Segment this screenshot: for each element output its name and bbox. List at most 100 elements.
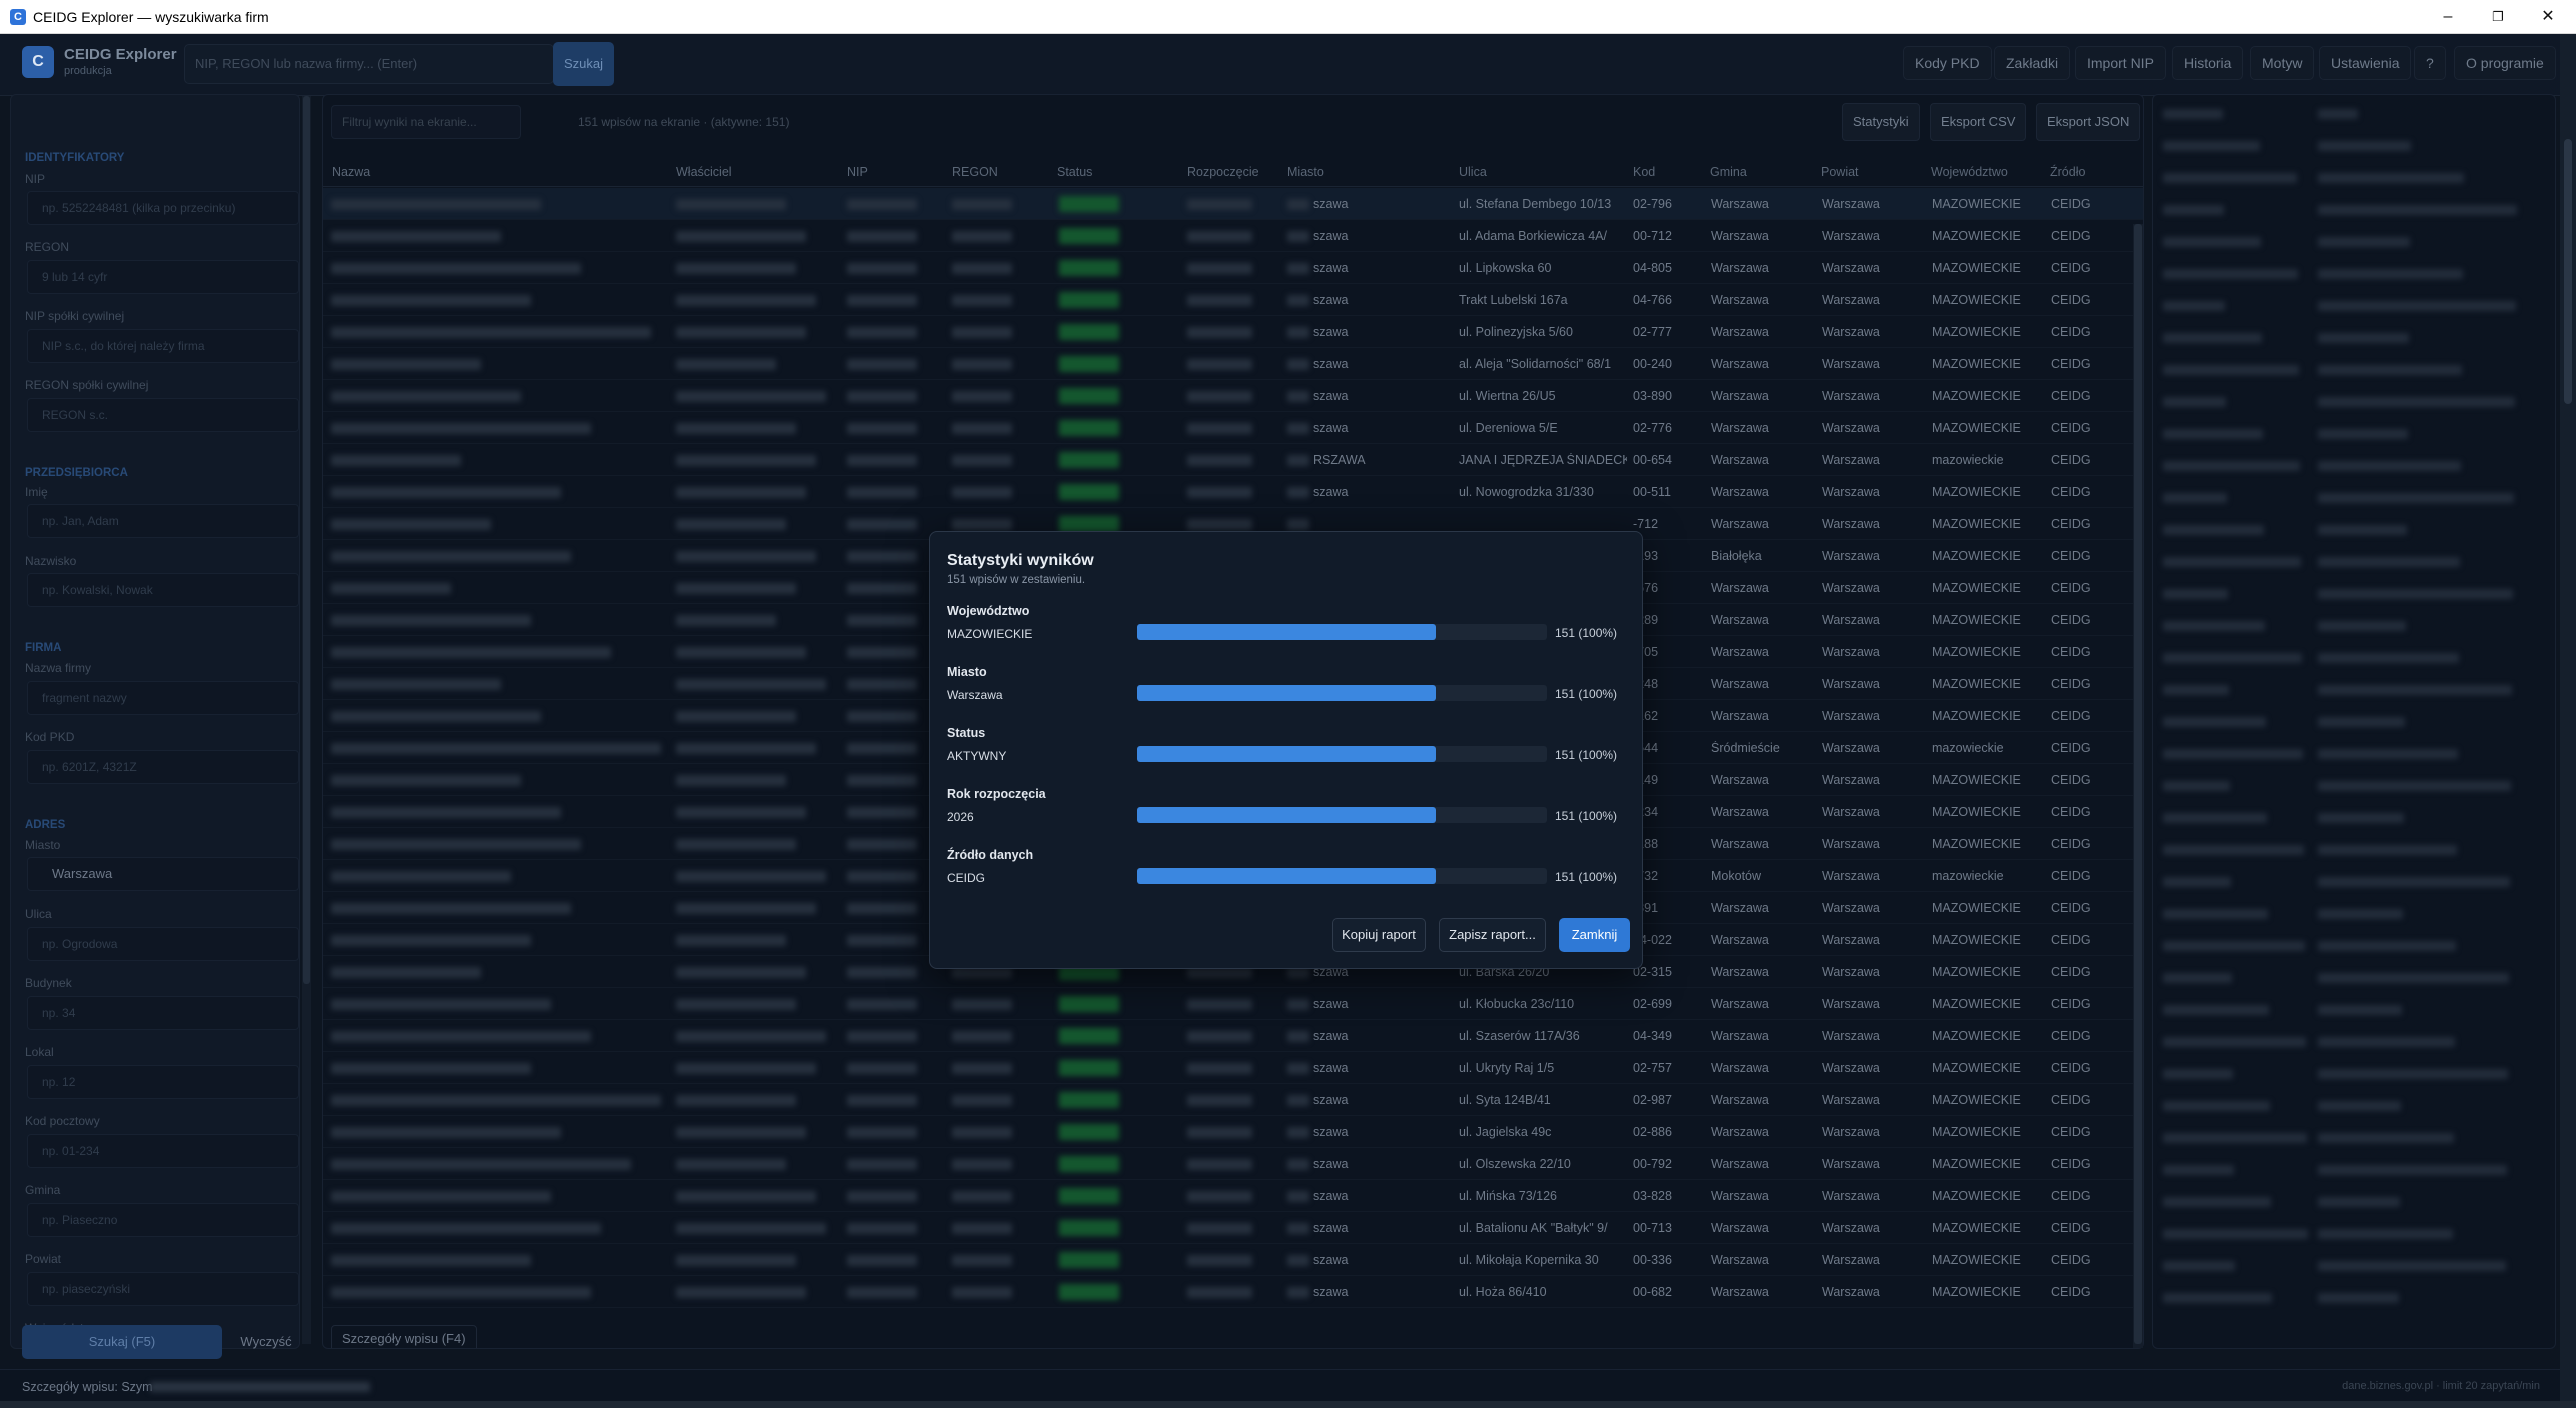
table-row[interactable]: szawa ul. Mikołaja Kopernika 30 00-336 Wars… <box>323 1244 2143 1276</box>
nav-theme[interactable]: Motyw <box>2250 46 2315 80</box>
table-row[interactable]: szawa Trakt Lubelski 167a 04-766 Warszawa Wa… <box>323 284 2143 316</box>
nav-pkd-codes[interactable]: Kody PKD <box>1903 46 1992 80</box>
table-row[interactable]: szawa ul. Dereniowa 5/E 02-776 Warszawa Wars… <box>323 412 2143 444</box>
cell-voivodeship: MAZOWIECKIE <box>1932 837 2021 851</box>
unit-label: Lokal <box>25 1045 54 1059</box>
redacted-cell <box>952 1127 1012 1138</box>
table-row[interactable]: szawa ul. Jagielska 49c 02-886 Warszawa Wars… <box>323 1116 2143 1148</box>
cell-postcode: 02-796 <box>1633 197 1672 211</box>
cell-city: szawa <box>1313 229 1349 243</box>
table-row[interactable]: szawa ul. Szaserów 117A/36 04-349 Warszawa W… <box>323 1020 2143 1052</box>
table-row[interactable]: szawa ul. Batalionu AK "Bałtyk" 9/00-713 W… <box>323 1212 2143 1244</box>
copy-report-button[interactable]: Kopiuj raport <box>1332 918 1426 952</box>
col-nip[interactable]: NIP <box>847 165 868 179</box>
nav-help[interactable]: ? <box>2414 46 2446 80</box>
stat-count: 151 (100%) <box>1555 748 1618 762</box>
save-report-button[interactable]: Zapisz raport... <box>1439 918 1546 952</box>
cell-city: szawa <box>1313 1093 1349 1107</box>
redacted-cell <box>952 1255 1012 1266</box>
cell-voivodeship: MAZOWIECKIE <box>1932 805 2021 819</box>
col-voivodeship[interactable]: Województwo <box>1931 165 2008 179</box>
table-row[interactable]: RSZAWA JANA I JĘDRZEJA ŚNIADECK 00-654 Wars… <box>323 444 2143 476</box>
nip-field[interactable]: np. 5252248481 (kilka po przecinku) <box>27 191 299 225</box>
redacted-cell <box>331 263 581 274</box>
last-name-field[interactable]: np. Kowalski, Nowak <box>27 573 299 607</box>
table-row[interactable]: szawa ul. Nowogrodzka 31/330 00-511 Warszaw… <box>323 476 2143 508</box>
details-button[interactable]: Szczegóły wpisu (F4) <box>331 1325 477 1348</box>
col-city[interactable]: Miasto <box>1287 165 1324 179</box>
redacted-cell <box>952 1223 1012 1234</box>
table-row[interactable]: szawa ul. Ukryty Raj 1/5 02-757 Warszawa War… <box>323 1052 2143 1084</box>
results-filter-input[interactable]: Filtruj wyniki na ekranie... <box>331 105 521 139</box>
table-row[interactable]: szawa al. Aleja "Solidarności" 68/1 00-240… <box>323 348 2143 380</box>
table-row[interactable]: szawa ul. Hoża 86/410 00-682 Warszawa Warsza… <box>323 1276 2143 1308</box>
table-row[interactable]: szawa ul. Olszewska 22/10 00-792 Warszawa Wa… <box>323 1148 2143 1180</box>
cell-city: szawa <box>1313 1189 1349 1203</box>
table-row[interactable]: szawa ul. Mińska 73/126 03-828 Warszawa Wars… <box>323 1180 2143 1212</box>
company-name-field[interactable]: fragment nazwy <box>27 681 299 715</box>
commune-field[interactable]: np. Piaseczno <box>27 1203 299 1237</box>
postcode-field[interactable]: np. 01-234 <box>27 1134 299 1168</box>
sidebar-clear-button[interactable]: Wyczyść <box>230 1325 302 1359</box>
col-commune[interactable]: Gmina <box>1710 165 1747 179</box>
first-name-field[interactable]: np. Jan, Adam <box>27 504 299 538</box>
table-row[interactable]: szawa ul. Syta 124B/41 02-987 Warszawa Warsz… <box>323 1084 2143 1116</box>
col-street[interactable]: Ulica <box>1459 165 1487 179</box>
table-row[interactable]: szawa ul. Adama Borkiewicza 4A/00-712 Wars… <box>323 220 2143 252</box>
export-csv-button[interactable]: Eksport CSV <box>1930 103 2027 141</box>
regon-field[interactable]: 9 lub 14 cyfr <box>27 260 299 294</box>
col-status[interactable]: Status <box>1057 165 1092 179</box>
table-row[interactable]: szawa ul. Kłobucka 23c/110 02-699 Warszawa W… <box>323 988 2143 1020</box>
cell-postcode: 02-699 <box>1633 997 1672 1011</box>
col-name[interactable]: Nazwa <box>332 165 370 179</box>
close-icon[interactable]: ✕ <box>2520 0 2576 34</box>
redacted-detail <box>2163 1037 2306 1047</box>
status-badge <box>1059 292 1119 308</box>
nav-import-nip[interactable]: Import NIP <box>2075 46 2166 80</box>
building-field[interactable]: np. 34 <box>27 996 299 1030</box>
table-row[interactable]: szawa ul. Stefana Dembego 10/13 02-796 Wars… <box>323 188 2143 220</box>
sidebar-scrollbar[interactable] <box>302 96 311 1344</box>
col-source[interactable]: Źródło <box>2050 165 2085 179</box>
section-company: FIRMA <box>25 642 62 654</box>
export-json-button[interactable]: Eksport JSON <box>2036 103 2141 141</box>
redacted-detail <box>2163 717 2266 727</box>
sidebar-search-button[interactable]: Szukaj (F5) <box>22 1325 222 1359</box>
regon-sc-field[interactable]: REGON s.c. <box>27 398 299 432</box>
pkd-field[interactable]: np. 6201Z, 4321Z <box>27 750 299 784</box>
cell-voivodeship: mazowieckie <box>1932 869 2004 883</box>
street-field[interactable]: np. Ogrodowa <box>27 927 299 961</box>
nav-settings[interactable]: Ustawienia <box>2319 46 2412 80</box>
table-row[interactable]: szawa ul. Lipkowska 60 04-805 Warszawa Warsz… <box>323 252 2143 284</box>
cell-street: ul. Polinezyjska 5/60 <box>1459 325 1573 339</box>
table-row[interactable]: szawa ul. Wiertna 26/U5 03-890 Warszawa Wars… <box>323 380 2143 412</box>
redacted-cell <box>1187 519 1252 530</box>
nav-about[interactable]: O programie <box>2454 46 2556 80</box>
city-field[interactable]: Warszawa <box>27 857 299 891</box>
search-input[interactable]: NIP, REGON lub nazwa firmy... (Enter) <box>184 44 554 84</box>
results-scrollbar[interactable] <box>2133 224 2143 1348</box>
statistics-button[interactable]: Statystyki <box>1842 103 1920 141</box>
county-field[interactable]: np. piaseczyński <box>27 1272 299 1306</box>
minimize-icon[interactable]: – <box>2420 0 2476 34</box>
nav-bookmarks[interactable]: Zakładki <box>1994 46 2071 80</box>
redacted-cell <box>331 519 491 530</box>
nip-sc-field[interactable]: NIP s.c., do której należy firma <box>27 329 299 363</box>
col-start[interactable]: Rozpoczęcie <box>1187 165 1259 179</box>
redacted-cell <box>1187 327 1252 338</box>
redacted-cell <box>847 199 917 210</box>
search-button[interactable]: Szukaj <box>553 42 614 86</box>
col-regon[interactable]: REGON <box>952 165 998 179</box>
close-dialog-button[interactable]: Zamknij <box>1559 918 1630 952</box>
street-label: Ulica <box>25 907 52 921</box>
cell-county: Warszawa <box>1822 677 1880 691</box>
window-scrollbar[interactable] <box>2560 34 2576 1401</box>
nav-history[interactable]: Historia <box>2172 46 2244 80</box>
redacted-cell <box>331 423 591 434</box>
restore-icon[interactable]: ❐ <box>2470 0 2526 34</box>
col-county[interactable]: Powiat <box>1821 165 1859 179</box>
col-postcode[interactable]: Kod <box>1633 165 1655 179</box>
table-row[interactable]: szawa ul. Polinezyjska 5/60 02-777 Warszawa… <box>323 316 2143 348</box>
unit-field[interactable]: np. 12 <box>27 1065 299 1099</box>
col-owner[interactable]: Właściciel <box>676 165 732 179</box>
